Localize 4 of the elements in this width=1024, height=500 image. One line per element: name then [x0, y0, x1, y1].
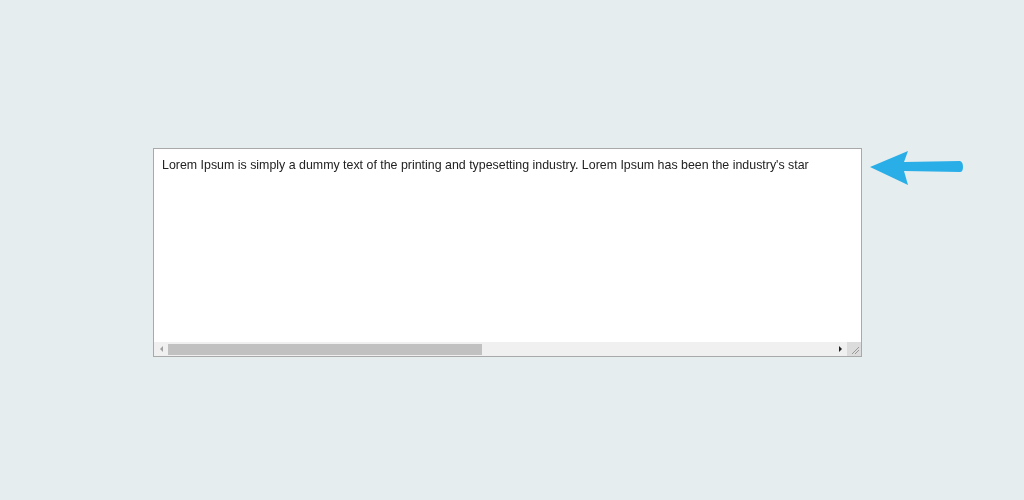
text-area[interactable]: Lorem Ipsum is simply a dummy text of the printing and typesetting industry. Lorem Ipsum has been the industry's star: [153, 148, 862, 357]
horizontal-scrollbar[interactable]: [154, 342, 861, 356]
text-area-value: Lorem Ipsum is simply a dummy text of the printing and typesetting industry. Lorem Ipsum has been the industry's star: [162, 158, 809, 172]
left-arrow-icon: [868, 148, 963, 188]
